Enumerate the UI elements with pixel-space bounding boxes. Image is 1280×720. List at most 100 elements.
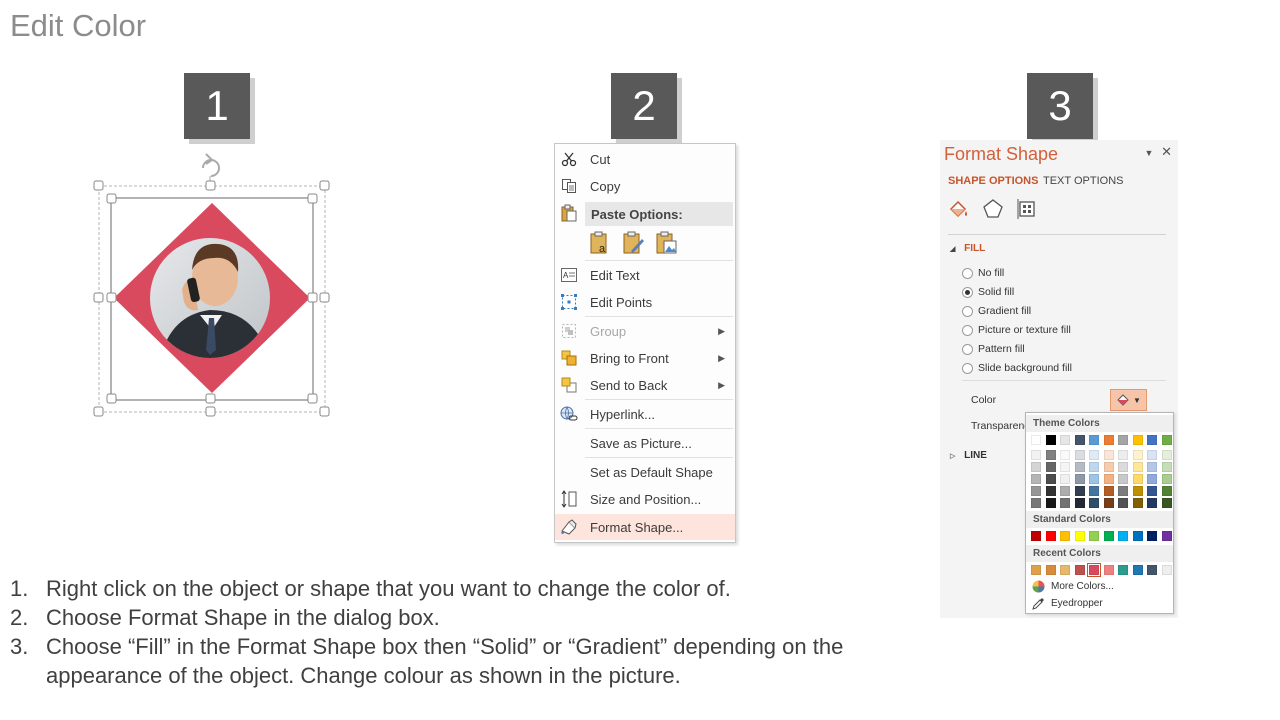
menu-item-hyperlink[interactable]: Hyperlink...	[555, 401, 735, 427]
theme-color-shade-swatch[interactable]	[1031, 450, 1041, 460]
theme-color-shade-swatch[interactable]	[1045, 474, 1056, 484]
theme-color-shade-swatch[interactable]	[1089, 462, 1099, 472]
line-section-header[interactable]: ▷ LINE	[950, 450, 987, 461]
selected-shape-illustration[interactable]	[90, 150, 340, 420]
recent-color-swatch[interactable]	[1161, 565, 1172, 575]
theme-color-shade-swatch[interactable]	[1089, 498, 1099, 508]
theme-color-swatch[interactable]	[1161, 435, 1172, 445]
theme-color-shade-swatch[interactable]	[1147, 486, 1157, 496]
standard-color-swatch[interactable]	[1089, 531, 1099, 541]
size-properties-icon[interactable]	[1016, 198, 1040, 222]
standard-color-swatch[interactable]	[1103, 531, 1114, 541]
pane-options-dropdown-icon[interactable]: ▼	[1145, 148, 1154, 158]
menu-item-edit-points[interactable]: Edit Points	[555, 289, 735, 315]
theme-color-shade-swatch[interactable]	[1060, 474, 1070, 484]
standard-color-swatch[interactable]	[1147, 531, 1157, 541]
standard-color-swatch[interactable]	[1045, 531, 1056, 541]
standard-color-swatch[interactable]	[1118, 531, 1128, 541]
theme-color-shade-swatch[interactable]	[1089, 450, 1099, 460]
menu-item-group[interactable]: Group ▶	[555, 318, 735, 344]
radio-slide-background-fill[interactable]: Slide background fill	[962, 362, 1072, 374]
theme-color-swatch[interactable]	[1045, 435, 1056, 445]
menu-item-set-default-shape[interactable]: Set as Default Shape	[555, 459, 735, 485]
theme-color-shade-swatch[interactable]	[1161, 486, 1172, 496]
theme-color-swatch[interactable]	[1031, 435, 1041, 445]
paste-option-destination-theme-icon[interactable]	[622, 231, 646, 258]
theme-color-shade-swatch[interactable]	[1074, 450, 1085, 460]
menu-item-format-shape[interactable]: Format Shape...	[555, 514, 735, 540]
radio-gradient-fill[interactable]: Gradient fill	[962, 305, 1031, 317]
radio-no-fill[interactable]: No fill	[962, 267, 1004, 279]
menu-item-save-as-picture[interactable]: Save as Picture...	[555, 430, 735, 456]
theme-color-shade-swatch[interactable]	[1147, 450, 1157, 460]
menu-item-copy[interactable]: Copy	[555, 173, 735, 199]
recent-color-swatch[interactable]	[1087, 563, 1101, 577]
close-icon[interactable]: ✕	[1161, 144, 1172, 159]
theme-color-shade-swatch[interactable]	[1089, 474, 1099, 484]
recent-color-swatch[interactable]	[1103, 565, 1114, 575]
recent-color-swatch[interactable]	[1031, 565, 1041, 575]
theme-color-shade-swatch[interactable]	[1132, 498, 1143, 508]
theme-color-shade-swatch[interactable]	[1103, 474, 1114, 484]
standard-color-swatch[interactable]	[1074, 531, 1085, 541]
paste-option-picture-icon[interactable]	[655, 231, 679, 258]
radio-pattern-fill[interactable]: Pattern fill	[962, 343, 1025, 355]
theme-color-swatch[interactable]	[1074, 435, 1085, 445]
theme-color-shade-swatch[interactable]	[1103, 486, 1114, 496]
menu-item-bring-to-front[interactable]: Bring to Front ▶	[555, 345, 735, 371]
theme-color-shade-swatch[interactable]	[1089, 486, 1099, 496]
menu-item-size-and-position[interactable]: Size and Position...	[555, 486, 735, 512]
theme-color-shade-swatch[interactable]	[1074, 486, 1085, 496]
theme-color-shade-swatch[interactable]	[1118, 474, 1128, 484]
recent-color-swatch[interactable]	[1045, 565, 1056, 575]
menu-item-cut[interactable]: Cut	[555, 146, 735, 172]
theme-color-shade-swatch[interactable]	[1161, 450, 1172, 460]
theme-color-shade-swatch[interactable]	[1118, 498, 1128, 508]
standard-color-swatch[interactable]	[1132, 531, 1143, 541]
theme-color-shade-swatch[interactable]	[1118, 450, 1128, 460]
theme-color-swatch[interactable]	[1132, 435, 1143, 445]
theme-color-swatch[interactable]	[1118, 435, 1128, 445]
more-colors-link[interactable]: More Colors...	[1032, 580, 1114, 593]
fill-section-header[interactable]: ◢ FILL	[950, 243, 985, 254]
theme-color-shade-swatch[interactable]	[1132, 474, 1143, 484]
fill-color-button[interactable]: ▼	[1110, 389, 1147, 411]
radio-solid-fill[interactable]: Solid fill	[962, 286, 1014, 298]
theme-color-shade-swatch[interactable]	[1132, 450, 1143, 460]
theme-color-shade-swatch[interactable]	[1031, 474, 1041, 484]
theme-color-shade-swatch[interactable]	[1103, 450, 1114, 460]
theme-color-shade-swatch[interactable]	[1147, 498, 1157, 508]
standard-color-swatch[interactable]	[1031, 531, 1041, 541]
theme-color-shade-swatch[interactable]	[1118, 462, 1128, 472]
tab-text-options[interactable]: TEXT OPTIONS	[1043, 175, 1123, 187]
theme-color-shade-swatch[interactable]	[1161, 462, 1172, 472]
theme-color-swatch[interactable]	[1060, 435, 1070, 445]
theme-color-swatch[interactable]	[1103, 435, 1114, 445]
theme-color-shade-swatch[interactable]	[1060, 462, 1070, 472]
standard-color-swatch[interactable]	[1060, 531, 1070, 541]
theme-color-swatch[interactable]	[1089, 435, 1099, 445]
menu-item-edit-text[interactable]: A Edit Text	[555, 262, 735, 288]
recent-color-swatch[interactable]	[1147, 565, 1157, 575]
recent-color-swatch[interactable]	[1132, 565, 1143, 575]
recent-color-swatch[interactable]	[1060, 565, 1070, 575]
theme-color-shade-swatch[interactable]	[1118, 486, 1128, 496]
theme-color-shade-swatch[interactable]	[1060, 486, 1070, 496]
radio-picture-texture-fill[interactable]: Picture or texture fill	[962, 324, 1071, 336]
menu-item-send-to-back[interactable]: Send to Back ▶	[555, 372, 735, 398]
theme-color-shade-swatch[interactable]	[1132, 486, 1143, 496]
theme-color-shade-swatch[interactable]	[1045, 486, 1056, 496]
theme-color-shade-swatch[interactable]	[1045, 462, 1056, 472]
theme-color-swatch[interactable]	[1147, 435, 1157, 445]
theme-color-shade-swatch[interactable]	[1045, 498, 1056, 508]
theme-color-shade-swatch[interactable]	[1147, 462, 1157, 472]
recent-color-swatch[interactable]	[1074, 565, 1085, 575]
theme-color-shade-swatch[interactable]	[1132, 462, 1143, 472]
eyedropper-link[interactable]: Eyedropper	[1032, 597, 1103, 610]
tab-shape-options[interactable]: SHAPE OPTIONS	[948, 175, 1038, 187]
theme-color-shade-swatch[interactable]	[1161, 474, 1172, 484]
paste-option-keep-text-icon[interactable]: a	[589, 231, 613, 258]
theme-color-shade-swatch[interactable]	[1060, 498, 1070, 508]
effects-icon[interactable]	[982, 198, 1006, 222]
theme-color-shade-swatch[interactable]	[1103, 462, 1114, 472]
